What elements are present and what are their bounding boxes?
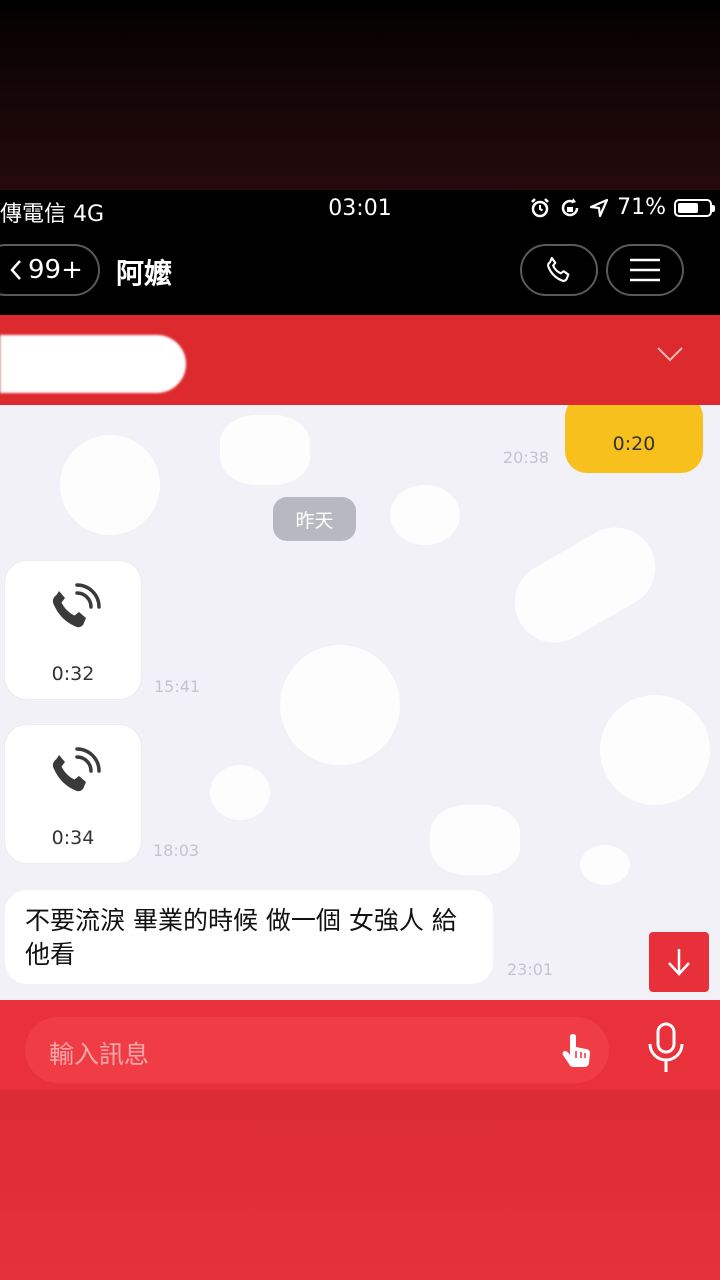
message-input[interactable]: 輸入訊息: [25, 1017, 609, 1083]
announcement-bar[interactable]: [0, 315, 720, 405]
incoming-text-bubble[interactable]: 不要流淚 畢業的時候 做一個 女強人 給他看: [5, 890, 493, 984]
battery-icon: [674, 198, 715, 217]
date-separator: 昨天: [273, 497, 356, 541]
message-time: 18:03: [153, 841, 200, 860]
message-text: 不要流淚 畢業的時候 做一個 女強人 給他看: [25, 906, 457, 969]
bottom-backdrop: [0, 1090, 720, 1280]
hand-pointer-icon[interactable]: [559, 1031, 595, 1069]
background-pattern: [60, 435, 160, 535]
background-pattern: [500, 512, 670, 658]
chevron-down-icon[interactable]: [656, 345, 684, 363]
phone-call-icon: [52, 583, 101, 628]
background-pattern: [280, 645, 400, 765]
back-button[interactable]: 99+: [0, 244, 100, 296]
menu-button[interactable]: [606, 244, 684, 296]
message-time: 20:38: [503, 448, 550, 467]
message-time: 15:41: [154, 677, 201, 696]
phone-call-icon: [52, 747, 101, 792]
background-pattern: [390, 485, 460, 545]
background-pattern: [580, 845, 630, 885]
chat-message-list[interactable]: 0:20 20:38 昨天 0:32 15:41 0:34 18:03 不要流淚…: [0, 405, 720, 1000]
incoming-call-bubble[interactable]: 0:34: [5, 725, 141, 863]
message-input-bar: 輸入訊息: [0, 1000, 720, 1090]
battery-percent: 71%: [617, 195, 666, 220]
message-time: 23:01: [507, 960, 554, 979]
outgoing-call-bubble[interactable]: 0:20: [565, 405, 703, 473]
input-placeholder: 輸入訊息: [49, 1040, 150, 1069]
back-chevron-icon: [10, 260, 21, 280]
status-icons: 71%: [529, 195, 715, 220]
phone-icon: [547, 256, 570, 282]
top-backdrop: [0, 0, 720, 190]
unread-count: 99+: [28, 255, 83, 285]
rotation-lock-icon: [561, 197, 579, 216]
microphone-icon[interactable]: [644, 1022, 688, 1074]
background-pattern: [210, 765, 270, 820]
call-duration: 0:20: [612, 433, 656, 455]
menu-icon: [630, 258, 660, 282]
chat-header: 99+ 阿嬤: [0, 230, 720, 315]
chat-title: 阿嬤: [116, 257, 173, 290]
background-pattern: [600, 695, 710, 805]
background-pattern: [430, 805, 520, 875]
arrow-down-icon: [668, 949, 690, 976]
call-button[interactable]: [520, 244, 598, 296]
scroll-to-bottom-button[interactable]: [649, 932, 709, 992]
call-duration: 0:34: [51, 827, 95, 849]
background-pattern: [220, 415, 310, 485]
incoming-call-bubble[interactable]: 0:32: [5, 561, 141, 699]
call-duration: 0:32: [51, 663, 95, 685]
location-arrow-icon: [589, 198, 609, 217]
redacted-announcement: [0, 335, 186, 393]
alarm-icon: [531, 197, 549, 217]
status-bar: 傳電信 4G 03:01 71%: [0, 190, 720, 230]
